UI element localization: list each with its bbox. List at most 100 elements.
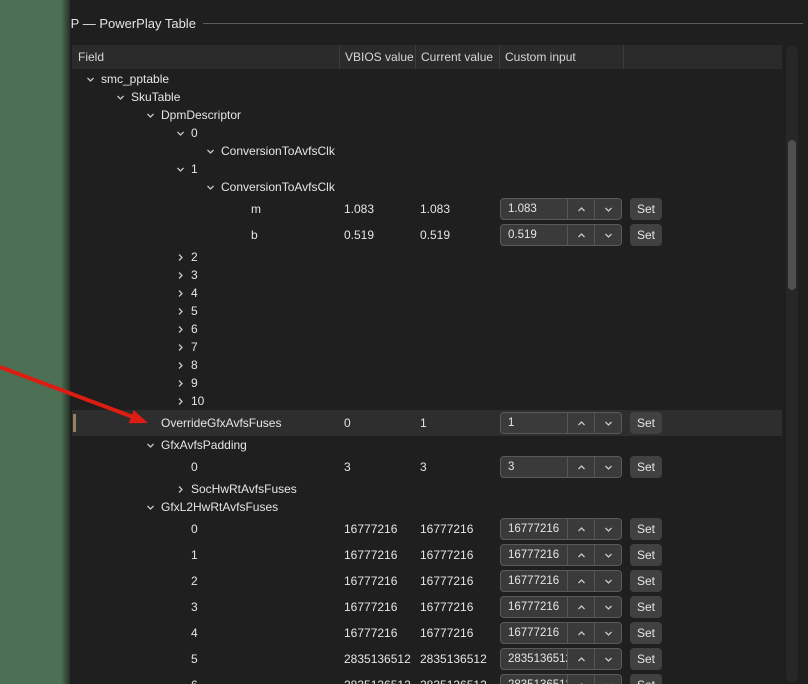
set-button[interactable]: Set bbox=[630, 570, 662, 592]
table-row[interactable]: GfxAvfsPadding bbox=[72, 436, 782, 454]
table-row[interactable]: 0 16777216 16777216 16777216 Set bbox=[72, 516, 782, 542]
custom-input-value[interactable]: 3 bbox=[501, 461, 567, 473]
chevron-right-icon[interactable] bbox=[176, 307, 191, 316]
spinner-down-icon[interactable] bbox=[594, 675, 621, 684]
table-row[interactable]: ConversionToAvfsClk bbox=[72, 178, 782, 196]
table-row[interactable]: 0 3 3 3 Set bbox=[72, 454, 782, 480]
spinner-up-icon[interactable] bbox=[567, 545, 594, 565]
custom-input-spinner[interactable]: 2835136512 bbox=[500, 648, 622, 670]
custom-input-spinner[interactable]: 16777216 bbox=[500, 570, 622, 592]
chevron-right-icon[interactable] bbox=[176, 271, 191, 280]
table-row[interactable]: 6 bbox=[72, 320, 782, 338]
custom-input-spinner[interactable]: 16777216 bbox=[500, 518, 622, 540]
table-row[interactable]: 8 bbox=[72, 356, 782, 374]
spinner-up-icon[interactable] bbox=[567, 623, 594, 643]
table-row[interactable]: 10 bbox=[72, 392, 782, 410]
set-button[interactable]: Set bbox=[630, 674, 662, 684]
custom-input-value[interactable]: 16777216 bbox=[501, 523, 567, 535]
table-row[interactable]: 2 bbox=[72, 248, 782, 266]
table-row[interactable]: GfxL2HwRtAvfsFuses bbox=[72, 498, 782, 516]
custom-input-value[interactable]: 16777216 bbox=[501, 575, 567, 587]
chevron-right-icon[interactable] bbox=[176, 253, 191, 262]
spinner-up-icon[interactable] bbox=[567, 457, 594, 477]
set-button[interactable]: Set bbox=[630, 596, 662, 618]
spinner-up-icon[interactable] bbox=[567, 597, 594, 617]
vertical-scrollbar[interactable] bbox=[786, 46, 798, 682]
set-button[interactable]: Set bbox=[630, 224, 662, 246]
table-row[interactable]: 4 16777216 16777216 16777216 Set bbox=[72, 620, 782, 646]
table-row[interactable]: 3 16777216 16777216 16777216 Set bbox=[72, 594, 782, 620]
table-row[interactable]: ConversionToAvfsClk bbox=[72, 142, 782, 160]
column-header-custom-input[interactable]: Custom input bbox=[500, 45, 624, 69]
custom-input-spinner[interactable]: 1.083 bbox=[500, 198, 622, 220]
spinner-down-icon[interactable] bbox=[594, 199, 621, 219]
custom-input-value[interactable]: 1.083 bbox=[501, 203, 567, 215]
set-button[interactable]: Set bbox=[630, 544, 662, 566]
spinner-up-icon[interactable] bbox=[567, 225, 594, 245]
set-button[interactable]: Set bbox=[630, 648, 662, 670]
custom-input-value[interactable]: 16777216 bbox=[501, 601, 567, 613]
chevron-right-icon[interactable] bbox=[176, 289, 191, 298]
custom-input-value[interactable]: 1 bbox=[501, 417, 567, 429]
spinner-up-icon[interactable] bbox=[567, 519, 594, 539]
table-row[interactable]: 7 bbox=[72, 338, 782, 356]
column-header-field[interactable]: Field bbox=[72, 45, 340, 69]
custom-input-spinner[interactable]: 0.519 bbox=[500, 224, 622, 246]
chevron-down-icon[interactable] bbox=[146, 503, 161, 512]
chevron-down-icon[interactable] bbox=[206, 183, 221, 192]
table-row[interactable]: b 0.519 0.519 0.519 Set bbox=[72, 222, 782, 248]
table-row[interactable]: SocHwRtAvfsFuses bbox=[72, 480, 782, 498]
custom-input-spinner[interactable]: 3 bbox=[500, 456, 622, 478]
table-row[interactable]: m 1.083 1.083 1.083 Set bbox=[72, 196, 782, 222]
chevron-down-icon[interactable] bbox=[176, 165, 191, 174]
spinner-up-icon[interactable] bbox=[567, 675, 594, 684]
chevron-right-icon[interactable] bbox=[176, 343, 191, 352]
custom-input-spinner[interactable]: 16777216 bbox=[500, 622, 622, 644]
custom-input-spinner[interactable]: 2835136512 bbox=[500, 674, 622, 684]
chevron-right-icon[interactable] bbox=[176, 325, 191, 334]
table-row[interactable]: 5 bbox=[72, 302, 782, 320]
table-row[interactable]: 0 bbox=[72, 124, 782, 142]
set-button[interactable]: Set bbox=[630, 622, 662, 644]
table-row[interactable]: 3 bbox=[72, 266, 782, 284]
table-row[interactable]: smc_pptable bbox=[72, 70, 782, 88]
set-button[interactable]: Set bbox=[630, 198, 662, 220]
custom-input-value[interactable]: 16777216 bbox=[501, 627, 567, 639]
set-button[interactable]: Set bbox=[630, 456, 662, 478]
custom-input-value[interactable]: 2835136512 bbox=[501, 653, 567, 665]
spinner-down-icon[interactable] bbox=[594, 457, 621, 477]
custom-input-spinner[interactable]: 1 bbox=[500, 412, 622, 434]
chevron-down-icon[interactable] bbox=[116, 93, 131, 102]
set-button[interactable]: Set bbox=[630, 412, 662, 434]
table-row[interactable]: 5 2835136512 2835136512 2835136512 Set bbox=[72, 646, 782, 672]
spinner-down-icon[interactable] bbox=[594, 519, 621, 539]
table-row[interactable]: 2 16777216 16777216 16777216 Set bbox=[72, 568, 782, 594]
table-row[interactable]: 9 bbox=[72, 374, 782, 392]
spinner-up-icon[interactable] bbox=[567, 649, 594, 669]
set-button[interactable]: Set bbox=[630, 518, 662, 540]
spinner-down-icon[interactable] bbox=[594, 225, 621, 245]
table-row[interactable]: DpmDescriptor bbox=[72, 106, 782, 124]
column-header-vbios-value[interactable]: VBIOS value bbox=[340, 45, 416, 69]
custom-input-value[interactable]: 2835136512 bbox=[501, 679, 567, 684]
spinner-down-icon[interactable] bbox=[594, 545, 621, 565]
table-row[interactable]: 1 bbox=[72, 160, 782, 178]
table-row[interactable]: 6 2835136512 2835136512 2835136512 Set bbox=[72, 672, 782, 684]
chevron-down-icon[interactable] bbox=[146, 441, 161, 450]
column-header-current-value[interactable]: Current value bbox=[416, 45, 500, 69]
custom-input-value[interactable]: 0.519 bbox=[501, 229, 567, 241]
custom-input-value[interactable]: 16777216 bbox=[501, 549, 567, 561]
chevron-right-icon[interactable] bbox=[176, 397, 191, 406]
table-row[interactable]: 1 16777216 16777216 16777216 Set bbox=[72, 542, 782, 568]
spinner-down-icon[interactable] bbox=[594, 571, 621, 591]
chevron-right-icon[interactable] bbox=[176, 361, 191, 370]
chevron-down-icon[interactable] bbox=[206, 147, 221, 156]
spinner-up-icon[interactable] bbox=[567, 199, 594, 219]
spinner-down-icon[interactable] bbox=[594, 649, 621, 669]
custom-input-spinner[interactable]: 16777216 bbox=[500, 544, 622, 566]
chevron-down-icon[interactable] bbox=[86, 75, 101, 84]
spinner-down-icon[interactable] bbox=[594, 413, 621, 433]
spinner-up-icon[interactable] bbox=[567, 413, 594, 433]
table-row[interactable]: OverrideGfxAvfsFuses 0 1 1 Set bbox=[72, 410, 782, 436]
chevron-right-icon[interactable] bbox=[176, 379, 191, 388]
